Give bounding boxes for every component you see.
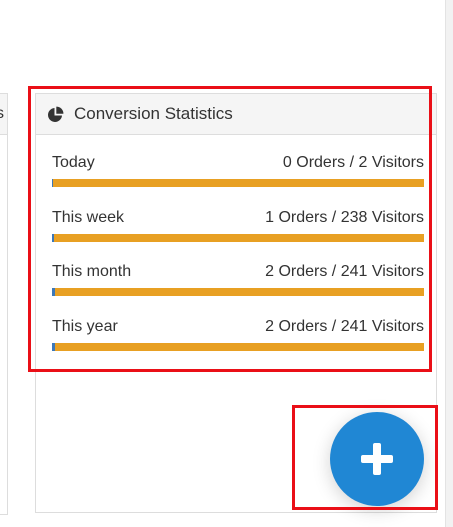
adjacent-panel-title-fragment: s xyxy=(0,105,4,122)
adjacent-panel: s xyxy=(0,93,8,515)
adjacent-panel-header: s xyxy=(0,94,7,135)
highlight-box-statistics xyxy=(28,86,432,372)
scrollbar-track[interactable] xyxy=(445,0,453,527)
highlight-box-add-button xyxy=(292,405,438,510)
